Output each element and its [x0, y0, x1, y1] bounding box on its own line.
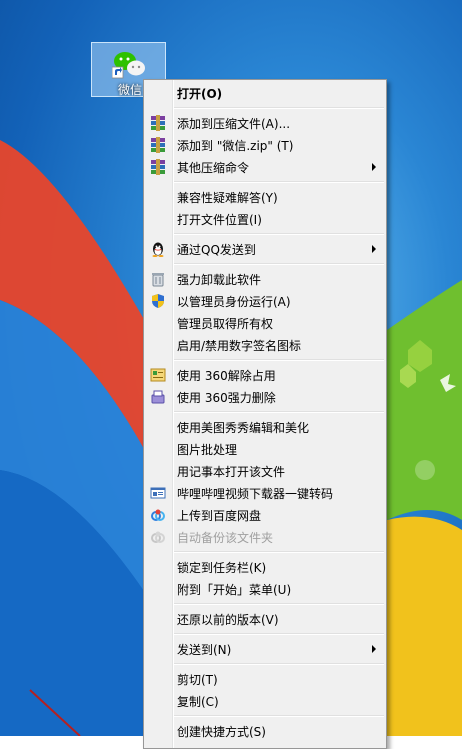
menu-item-upload-baidu-pan[interactable]: 上传到百度网盘: [146, 504, 384, 526]
menu-item-image-batch[interactable]: 图片批处理: [146, 438, 384, 460]
menu-item-360-force-delete[interactable]: 使用 360强力删除: [146, 386, 384, 408]
submenu-arrow-icon: [372, 645, 376, 653]
submenu-arrow-icon: [372, 245, 376, 253]
menu-item-run-as-admin[interactable]: 以管理员身份运行(A): [146, 290, 384, 312]
menu-item-toggle-signature-icon[interactable]: 启用/禁用数字签名图标: [146, 334, 384, 356]
menu-item-open[interactable]: 打开(O): [146, 82, 384, 104]
menu-separator: [174, 411, 384, 413]
menu-item-pin-to-start[interactable]: 附到「开始」菜单(U): [146, 578, 384, 600]
menu-item-label: 剪切(T): [177, 673, 218, 687]
menu-item-label: 强力卸载此软件: [177, 273, 262, 287]
menu-item-label: 使用 360解除占用: [177, 369, 276, 383]
trash-bin-icon: [152, 273, 164, 287]
menu-item-label: 哔哩哔哩视频下载器一键转码: [177, 487, 334, 501]
menu-item-cut[interactable]: 剪切(T): [146, 668, 384, 690]
menu-item-label: 管理员取得所有权: [177, 317, 274, 331]
menu-item-create-shortcut[interactable]: 创建快捷方式(S): [146, 720, 384, 742]
menu-item-label: 通过QQ发送到: [177, 243, 256, 257]
360-unlock-icon: [150, 368, 166, 382]
menu-item-pin-to-taskbar[interactable]: 锁定到任务栏(K): [146, 556, 384, 578]
menu-item-label: 自动备份该文件夹: [177, 531, 274, 545]
menu-item-add-to-archive[interactable]: 添加到压缩文件(A)...: [146, 112, 384, 134]
menu-separator: [174, 633, 384, 635]
menu-item-restore-previous-versions[interactable]: 还原以前的版本(V): [146, 608, 384, 630]
menu-item-label: 使用 360强力删除: [177, 391, 276, 405]
menu-item-label: 还原以前的版本(V): [177, 613, 279, 627]
menu-item-add-to-zip[interactable]: 添加到 "微信.zip" (T): [146, 134, 384, 156]
winrar-archive-icon: [151, 137, 165, 153]
menu-item-label: 兼容性疑难解答(Y): [177, 191, 278, 205]
360-shred-icon: [151, 390, 165, 404]
menu-item-label: 图片批处理: [177, 443, 238, 457]
menu-item-label: 创建快捷方式(S): [177, 725, 266, 739]
submenu-arrow-icon: [372, 163, 376, 171]
menu-separator: [174, 663, 384, 665]
baidu-cloud-icon: [151, 531, 165, 543]
menu-item-send-via-qq[interactable]: 通过QQ发送到: [146, 238, 384, 260]
menu-item-bilibili-transcode[interactable]: 哔哩哔哩视频下载器一键转码: [146, 482, 384, 504]
menu-item-label: 上传到百度网盘: [177, 509, 262, 523]
menu-item-open-file-location[interactable]: 打开文件位置(I): [146, 208, 384, 230]
menu-item-auto-backup-folder[interactable]: 自动备份该文件夹: [146, 526, 384, 548]
menu-item-label: 打开(O): [177, 87, 223, 101]
menu-item-label: 用记事本打开该文件: [177, 465, 286, 479]
menu-item-360-unlock[interactable]: 使用 360解除占用: [146, 364, 384, 386]
menu-item-take-ownership[interactable]: 管理员取得所有权: [146, 312, 384, 334]
menu-item-label: 锁定到任务栏(K): [177, 561, 267, 575]
menu-item-label: 以管理员身份运行(A): [177, 295, 291, 309]
menu-item-compat-troubleshoot[interactable]: 兼容性疑难解答(Y): [146, 186, 384, 208]
video-window-icon: [150, 487, 166, 499]
winrar-archive-icon: [151, 115, 165, 131]
baidu-cloud-icon: [151, 509, 165, 521]
qq-penguin-icon: [152, 242, 164, 257]
menu-separator: [174, 233, 384, 235]
menu-separator: [174, 359, 384, 361]
menu-item-meitu-edit[interactable]: 使用美图秀秀编辑和美化: [146, 416, 384, 438]
menu-item-label: 其他压缩命令: [177, 161, 250, 175]
uac-shield-icon: [152, 294, 164, 308]
context-menu: 打开(O) 添加到压缩文件(A)... 添加到 "微信.zip" (T) 其他压…: [143, 79, 387, 749]
menu-item-label: 添加到压缩文件(A)...: [177, 117, 291, 131]
menu-item-label: 附到「开始」菜单(U): [177, 583, 292, 597]
menu-item-label: 启用/禁用数字签名图标: [177, 339, 302, 353]
menu-item-other-compress[interactable]: 其他压缩命令: [146, 156, 384, 178]
menu-separator: [174, 715, 384, 717]
menu-item-open-with-notepad[interactable]: 用记事本打开该文件: [146, 460, 384, 482]
menu-separator: [174, 603, 384, 605]
wechat-icon: [112, 52, 145, 79]
menu-item-label: 复制(C): [177, 695, 219, 709]
winrar-archive-icon: [151, 159, 165, 175]
menu-separator: [174, 181, 384, 183]
menu-item-label: 发送到(N): [177, 643, 232, 657]
menu-item-label: 使用美图秀秀编辑和美化: [177, 421, 310, 435]
menu-item-force-uninstall[interactable]: 强力卸载此软件: [146, 268, 384, 290]
menu-separator: [174, 263, 384, 265]
menu-item-label: 添加到 "微信.zip" (T): [177, 139, 294, 153]
menu-item-copy[interactable]: 复制(C): [146, 690, 384, 712]
menu-item-send-to[interactable]: 发送到(N): [146, 638, 384, 660]
menu-separator: [174, 107, 384, 109]
menu-item-label: 打开文件位置(I): [177, 213, 262, 227]
menu-separator: [174, 551, 384, 553]
